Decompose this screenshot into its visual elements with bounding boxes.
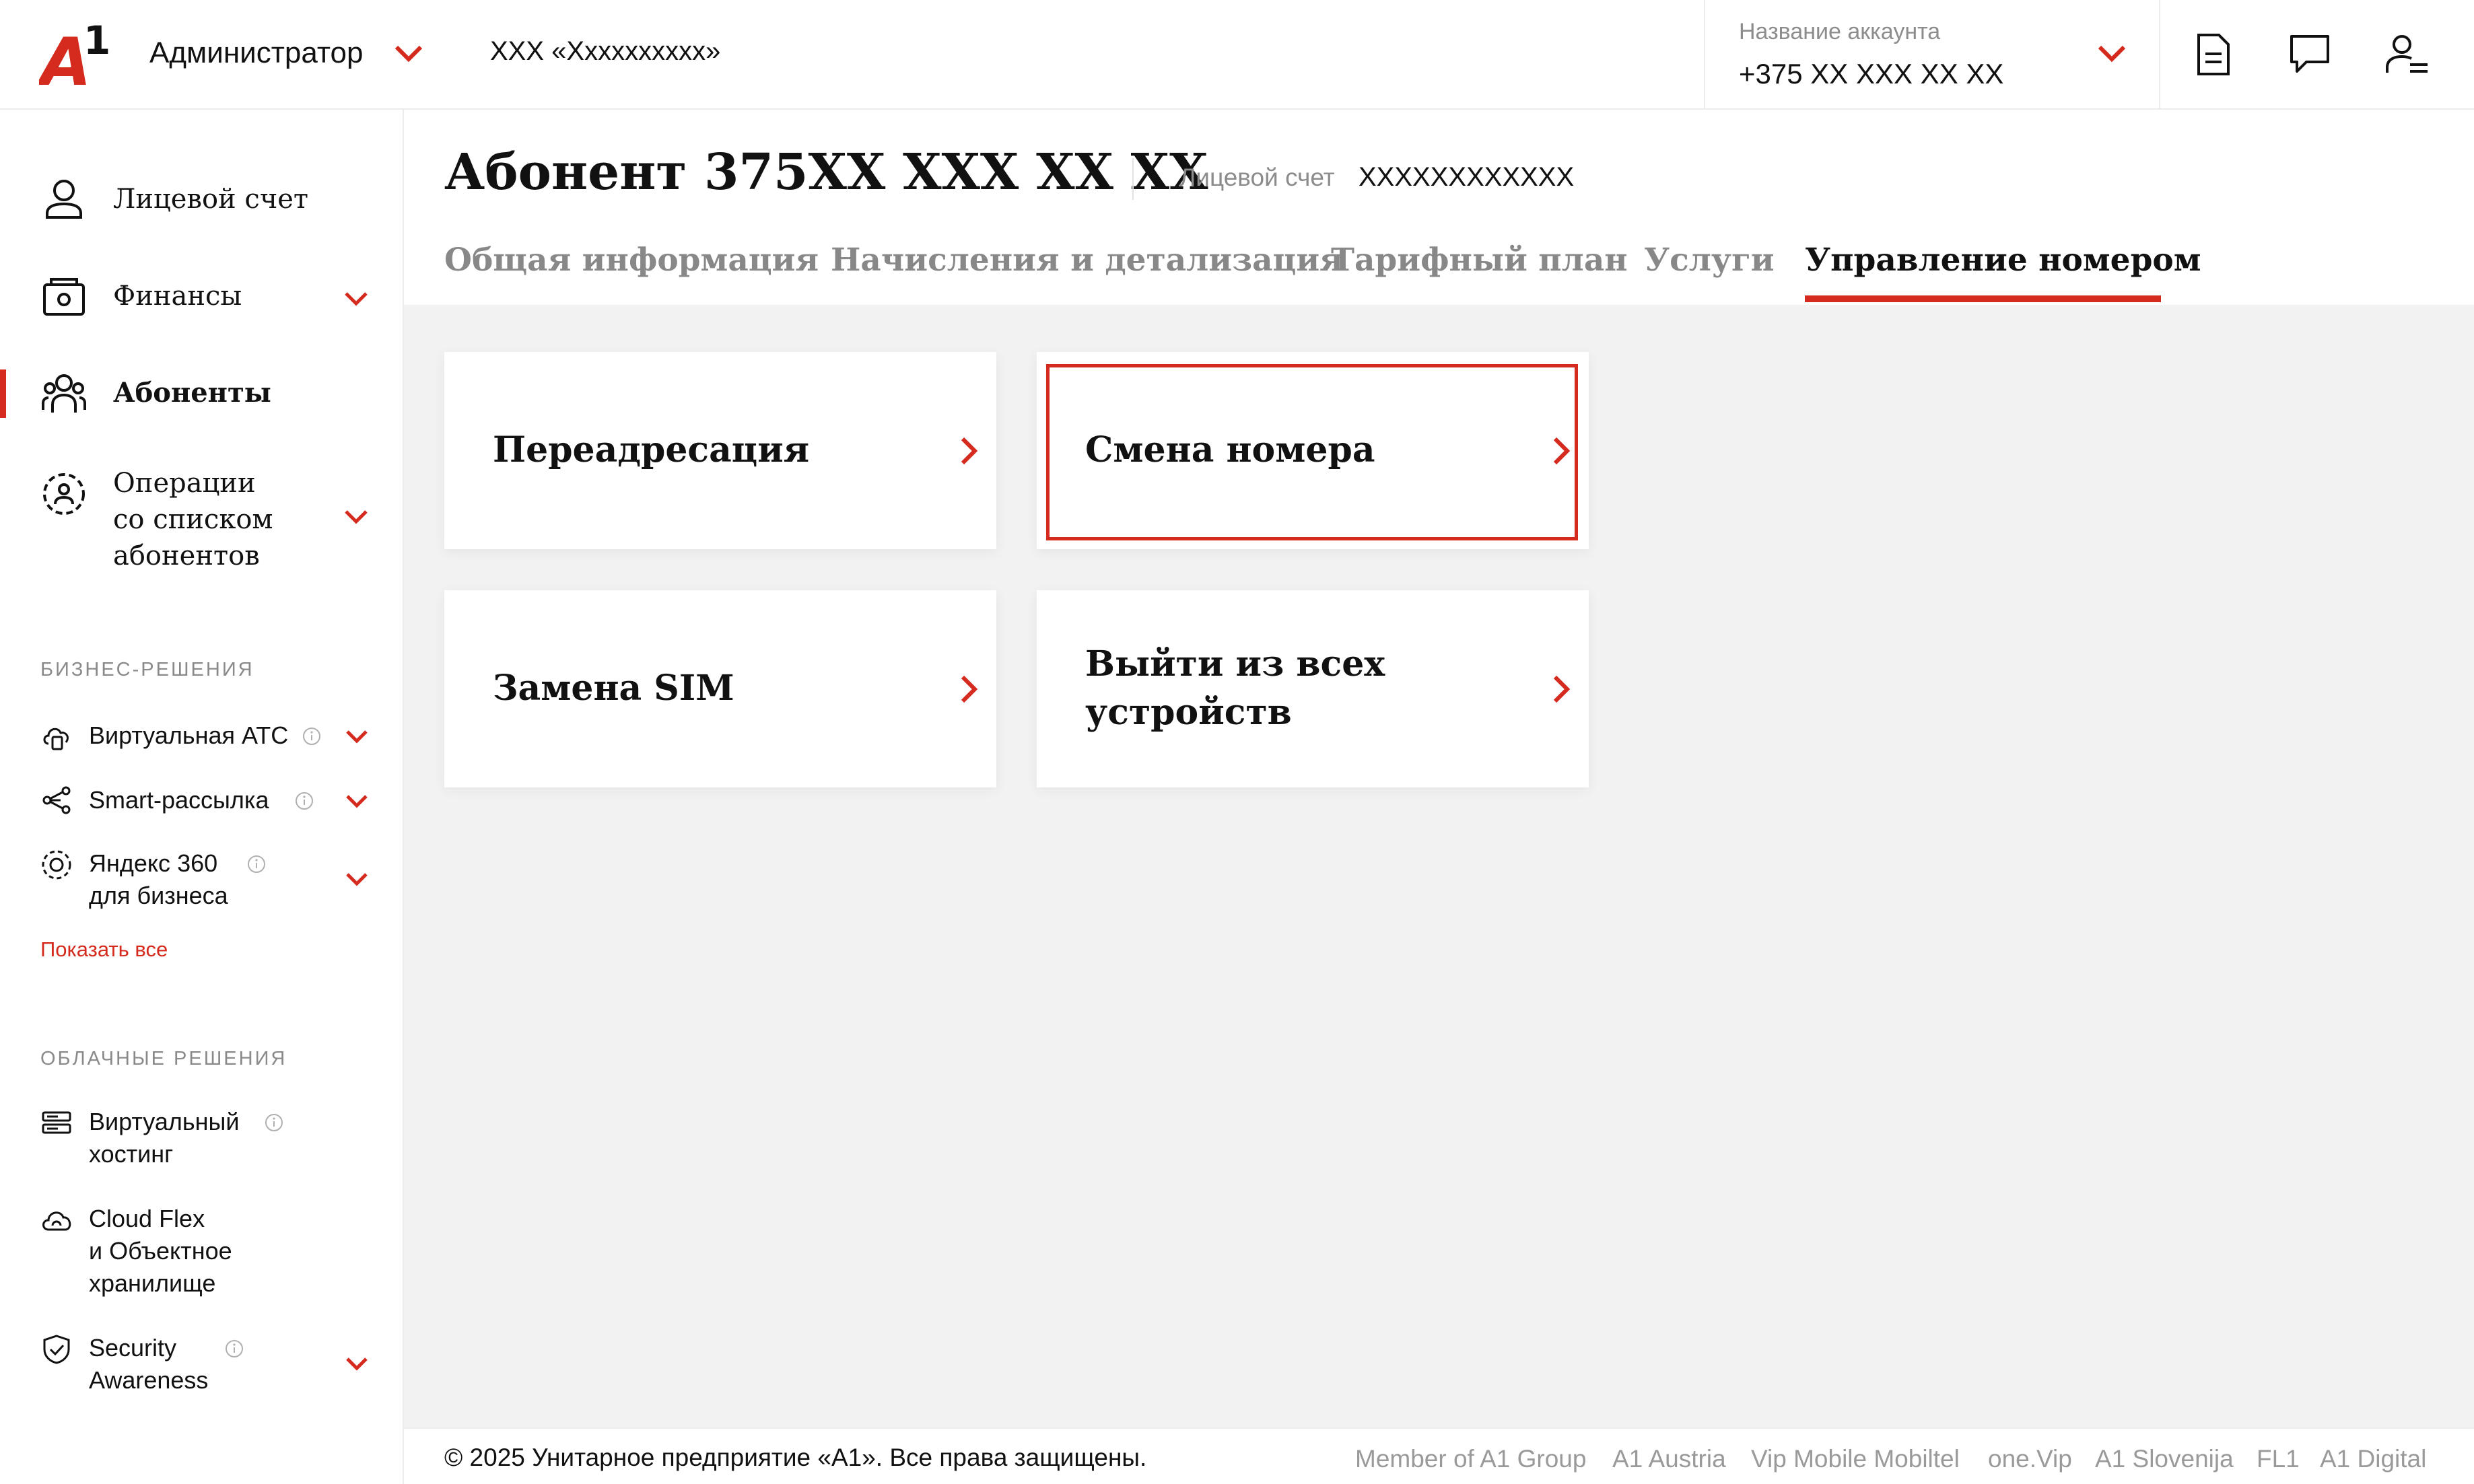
footer-link[interactable]: FL1 — [2257, 1445, 2300, 1473]
chevron-down-icon[interactable] — [345, 729, 369, 745]
sidebar-item-account[interactable]: Лицевой счет — [0, 174, 403, 228]
card-change-number[interactable]: Смена номера — [1037, 352, 1589, 549]
info-icon[interactable] — [302, 726, 322, 746]
svg-text:1: 1 — [83, 20, 110, 63]
subscribers-icon — [42, 374, 86, 413]
sidebar-item-cloud-flex[interactable]: Cloud Flex и Объектное хранилище — [0, 1200, 403, 1301]
chevron-down-icon[interactable] — [2097, 43, 2127, 63]
sidebar-item-virtual-pbx[interactable]: Виртуальная АТС — [0, 715, 403, 756]
wallet-icon — [43, 278, 85, 316]
sidebar-item-label: Awareness — [89, 1366, 209, 1394]
card-label: Переадресация — [493, 429, 810, 470]
sidebar-item-label: и Объектное — [89, 1237, 232, 1265]
footer-link[interactable]: A1 Digital — [2320, 1445, 2426, 1473]
bulk-operations-icon — [43, 473, 85, 515]
divider — [1132, 158, 1134, 200]
sidebar-item-label: Операции — [113, 468, 256, 499]
sidebar-item-finance[interactable]: Финансы — [0, 271, 403, 325]
cloud-icon — [42, 1211, 71, 1231]
sidebar-item-label: Лицевой счет — [113, 184, 309, 215]
chevron-down-icon[interactable] — [394, 43, 423, 63]
sidebar-item-label: хранилище — [89, 1269, 216, 1297]
chevron-down-icon[interactable] — [345, 793, 369, 810]
active-tab-indicator — [1805, 295, 2161, 302]
cloud-phone-icon — [43, 728, 69, 750]
chevron-right-icon — [1553, 675, 1571, 703]
footer-link[interactable]: A1 Slovenija — [2095, 1445, 2234, 1473]
document-icon[interactable] — [2189, 31, 2236, 78]
sidebar-item-label: абонентов — [113, 540, 260, 571]
share-icon — [42, 786, 71, 814]
footer-link[interactable]: Member of A1 Group — [1355, 1445, 1586, 1473]
card-label: Замена SIM — [493, 668, 734, 709]
card-label: устройств — [1085, 692, 1292, 733]
tab-number-management[interactable]: Управление номером — [1805, 242, 2201, 279]
server-icon — [42, 1111, 71, 1134]
sidebar-item-subscribers[interactable]: Абоненты — [0, 368, 403, 422]
info-icon[interactable] — [224, 1339, 244, 1359]
sidebar-item-label: для бизнеса — [89, 882, 228, 909]
tab-services[interactable]: Услуги — [1644, 242, 1775, 279]
chevron-down-icon[interactable] — [345, 1356, 369, 1372]
account-name-label: Название аккаунта — [1739, 19, 1941, 44]
main-content: Абонент 375ХХ ХХХ ХХ ХХ Лицевой счет ХХХ… — [404, 110, 2474, 1484]
sidebar-item-label: со списком — [113, 504, 273, 535]
chat-icon[interactable] — [2286, 31, 2333, 78]
sidebar-item-label: Виртуальная АТС — [89, 721, 289, 749]
info-icon[interactable] — [294, 791, 314, 811]
user-icon — [46, 180, 82, 219]
footer-link[interactable]: one.Vip — [1988, 1445, 2072, 1473]
show-all-link[interactable]: Показать все — [40, 938, 168, 962]
account-number-value: ХХХХХХХХХХХХ — [1359, 162, 1575, 192]
tab-general-info[interactable]: Общая информация — [444, 242, 819, 279]
company-name: ХХХ «Хххххххххх» — [490, 36, 721, 66]
info-icon[interactable] — [264, 1112, 284, 1133]
copyright-text: © 2025 Унитарное предприятие «А1». Все п… — [444, 1444, 1147, 1471]
sidebar-item-label: Security — [89, 1334, 177, 1362]
sidebar-item-yandex-360[interactable]: Яндекс 360 для бизнеса — [0, 843, 403, 913]
shield-icon — [43, 1335, 70, 1364]
chevron-down-icon[interactable] — [343, 508, 369, 526]
account-selector[interactable]: Название аккаунта +375 ХХ ХХХ ХХ ХХ — [1704, 0, 2160, 110]
section-title-business: БИЗНЕС-РЕШЕНИЯ — [40, 659, 254, 680]
sidebar-item-label: Cloud Flex — [89, 1205, 205, 1232]
card-logout-all-devices[interactable]: Выйти из всех устройств — [1037, 590, 1589, 787]
section-title-cloud: ОБЛАЧНЫЕ РЕШЕНИЯ — [40, 1048, 287, 1069]
footer: © 2025 Унитарное предприятие «А1». Все п… — [404, 1427, 2474, 1484]
card-label: Выйти из всех — [1085, 643, 1385, 684]
yandex-360-icon — [42, 850, 71, 880]
role-selector-label[interactable]: Администратор — [149, 36, 363, 70]
footer-link[interactable]: A1 Austria — [1612, 1445, 1726, 1473]
user-settings-icon[interactable] — [2383, 31, 2430, 78]
sidebar-item-bulk-operations[interactable]: Операции со списком абонентов — [0, 465, 403, 586]
sidebar: Лицевой счет Финансы Абоненты Операции с… — [0, 110, 404, 1484]
card-replace-sim[interactable]: Замена SIM — [444, 590, 996, 787]
sidebar-item-label: Абоненты — [113, 377, 271, 409]
account-phone: +375 ХХ ХХХ ХХ ХХ — [1739, 58, 2004, 90]
sidebar-item-label: Виртуальный — [89, 1108, 240, 1135]
title-bar: Абонент 375ХХ ХХХ ХХ ХХ Лицевой счет ХХХ… — [404, 110, 2474, 305]
sidebar-item-label: Яндекс 360 — [89, 849, 218, 877]
top-header: A 1 Администратор ХХХ «Хххххххххх» Назва… — [0, 0, 2474, 110]
tab-charges[interactable]: Начисления и детализация — [831, 242, 1343, 279]
page-title: Абонент 375ХХ ХХХ ХХ ХХ — [444, 143, 1208, 201]
a1-logo[interactable]: A 1 — [39, 20, 113, 91]
chevron-down-icon[interactable] — [345, 872, 369, 888]
sidebar-item-security-awareness[interactable]: Security Awareness — [0, 1329, 403, 1399]
sidebar-item-label: хостинг — [89, 1140, 174, 1168]
card-label: Смена номера — [1085, 429, 1375, 470]
footer-link[interactable]: Vip Mobile Mobiltel — [1751, 1445, 1960, 1473]
chevron-right-icon — [1553, 437, 1571, 465]
account-number-label: Лицевой счет — [1179, 164, 1335, 191]
chevron-down-icon[interactable] — [343, 290, 369, 308]
sidebar-item-virtual-hosting[interactable]: Виртуальный хостинг — [0, 1103, 403, 1173]
tab-tariff[interactable]: Тарифный план — [1331, 242, 1628, 279]
sidebar-item-label: Финансы — [113, 281, 242, 312]
card-call-forwarding[interactable]: Переадресация — [444, 352, 996, 549]
info-icon[interactable] — [246, 854, 267, 874]
chevron-right-icon — [961, 675, 978, 703]
sidebar-item-label: Smart-рассылка — [89, 786, 269, 814]
sidebar-item-smart-mailing[interactable]: Smart-рассылка — [0, 780, 403, 820]
chevron-right-icon — [961, 437, 978, 465]
